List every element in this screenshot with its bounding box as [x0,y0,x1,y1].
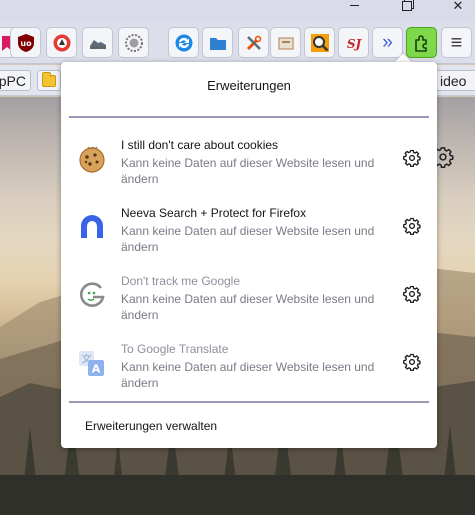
google-g-icon [79,282,105,307]
folder-button[interactable] [202,27,233,58]
gear-icon [403,285,421,303]
extension-name: To Google Translate [121,342,229,356]
divider [69,116,429,118]
puzzle-icon [414,34,427,52]
ublock-shield-icon: uo [17,33,34,52]
gear-icon [403,217,421,235]
overflow-button[interactable]: » [372,27,403,58]
folder-icon [42,71,56,87]
sync-icon [175,34,192,51]
extension-name: Neeva Search + Protect for Firefox [121,206,307,220]
cookie-icon [79,146,105,173]
divider [69,401,429,403]
extension-item-dont-track-me-google[interactable]: Don't track me Google Kann keine Daten a… [69,270,429,336]
search-button[interactable] [304,27,335,58]
neeva-logo-icon [81,215,103,238]
bookmark-label: ideo [440,72,467,89]
shoe-icon [89,39,106,49]
extensions-popup: Erweiterungen I still don't care about c… [61,62,437,448]
gear-icon [403,353,421,371]
ublock-button[interactable]: uo [10,27,41,58]
extension-description: Kann keine Daten auf dieser Website lese… [121,292,375,322]
cookie-button[interactable] [118,27,149,58]
svg-text:uo: uo [20,39,32,48]
extension-item-neeva[interactable]: Neeva Search + Protect for Firefox Kann … [69,202,429,268]
menu-button[interactable]: ≡ [441,27,472,58]
sync-button[interactable] [168,27,199,58]
manage-extensions-link[interactable]: Erweiterungen verwalten [85,419,217,433]
popup-title: Erweiterungen [207,78,291,93]
tools-button[interactable] [238,27,269,58]
gear-icon [403,149,421,167]
svg-text:SJ: SJ [346,37,362,51]
extension-settings-button[interactable] [400,282,424,306]
folder-icon [209,37,226,50]
magnifier-icon [310,33,329,52]
bookmark-item[interactable]: npPC [0,70,31,91]
privacy-badger-button[interactable] [46,27,77,58]
extension-description: Kann keine Daten auf dieser Website lese… [121,224,375,254]
extension-settings-button[interactable] [400,214,424,238]
svg-text:A: A [92,363,101,376]
extension-item-to-google-translate[interactable]: 文 A To Google Translate Kann keine Daten… [69,338,429,404]
tools-icon [246,35,261,50]
extension-description: Kann keine Daten auf dieser Website lese… [121,360,375,390]
close-icon[interactable]: ✕ [447,0,469,12]
sneaker-button[interactable] [82,27,113,58]
extension-name: Don't track me Google [121,274,241,288]
bookmark-item[interactable]: ideo [435,70,475,91]
cookie-round-icon [124,33,143,52]
extension-settings-button[interactable] [400,146,424,170]
maximize-icon[interactable] [396,0,418,12]
bookmark-folder[interactable] [37,70,61,91]
chevrons-right-icon: » [382,31,393,53]
archive-button[interactable] [270,27,301,58]
bookmark-label: npPC [0,72,26,89]
extension-settings-button[interactable] [400,350,424,374]
translate-icon: 文 A [79,351,104,376]
extension-item-cookies[interactable]: I still don't care about cookies Kann ke… [69,134,429,200]
extension-description: Kann keine Daten auf dieser Website lese… [121,156,375,186]
archive-icon [278,37,293,49]
badger-icon [53,34,70,51]
sj-logo-icon: SJ [346,37,362,51]
browser-window: ✕ uo SJ » ≡ PC ideo Erweiterungen I stil… [0,0,475,515]
sj-button[interactable]: SJ [338,27,369,58]
extensions-button[interactable] [406,27,437,58]
hamburger-menu-icon: ≡ [450,31,463,54]
extension-name: I still don't care about cookies [121,138,279,152]
title-bar: ✕ [0,0,475,22]
minimize-icon[interactable] [343,0,365,12]
